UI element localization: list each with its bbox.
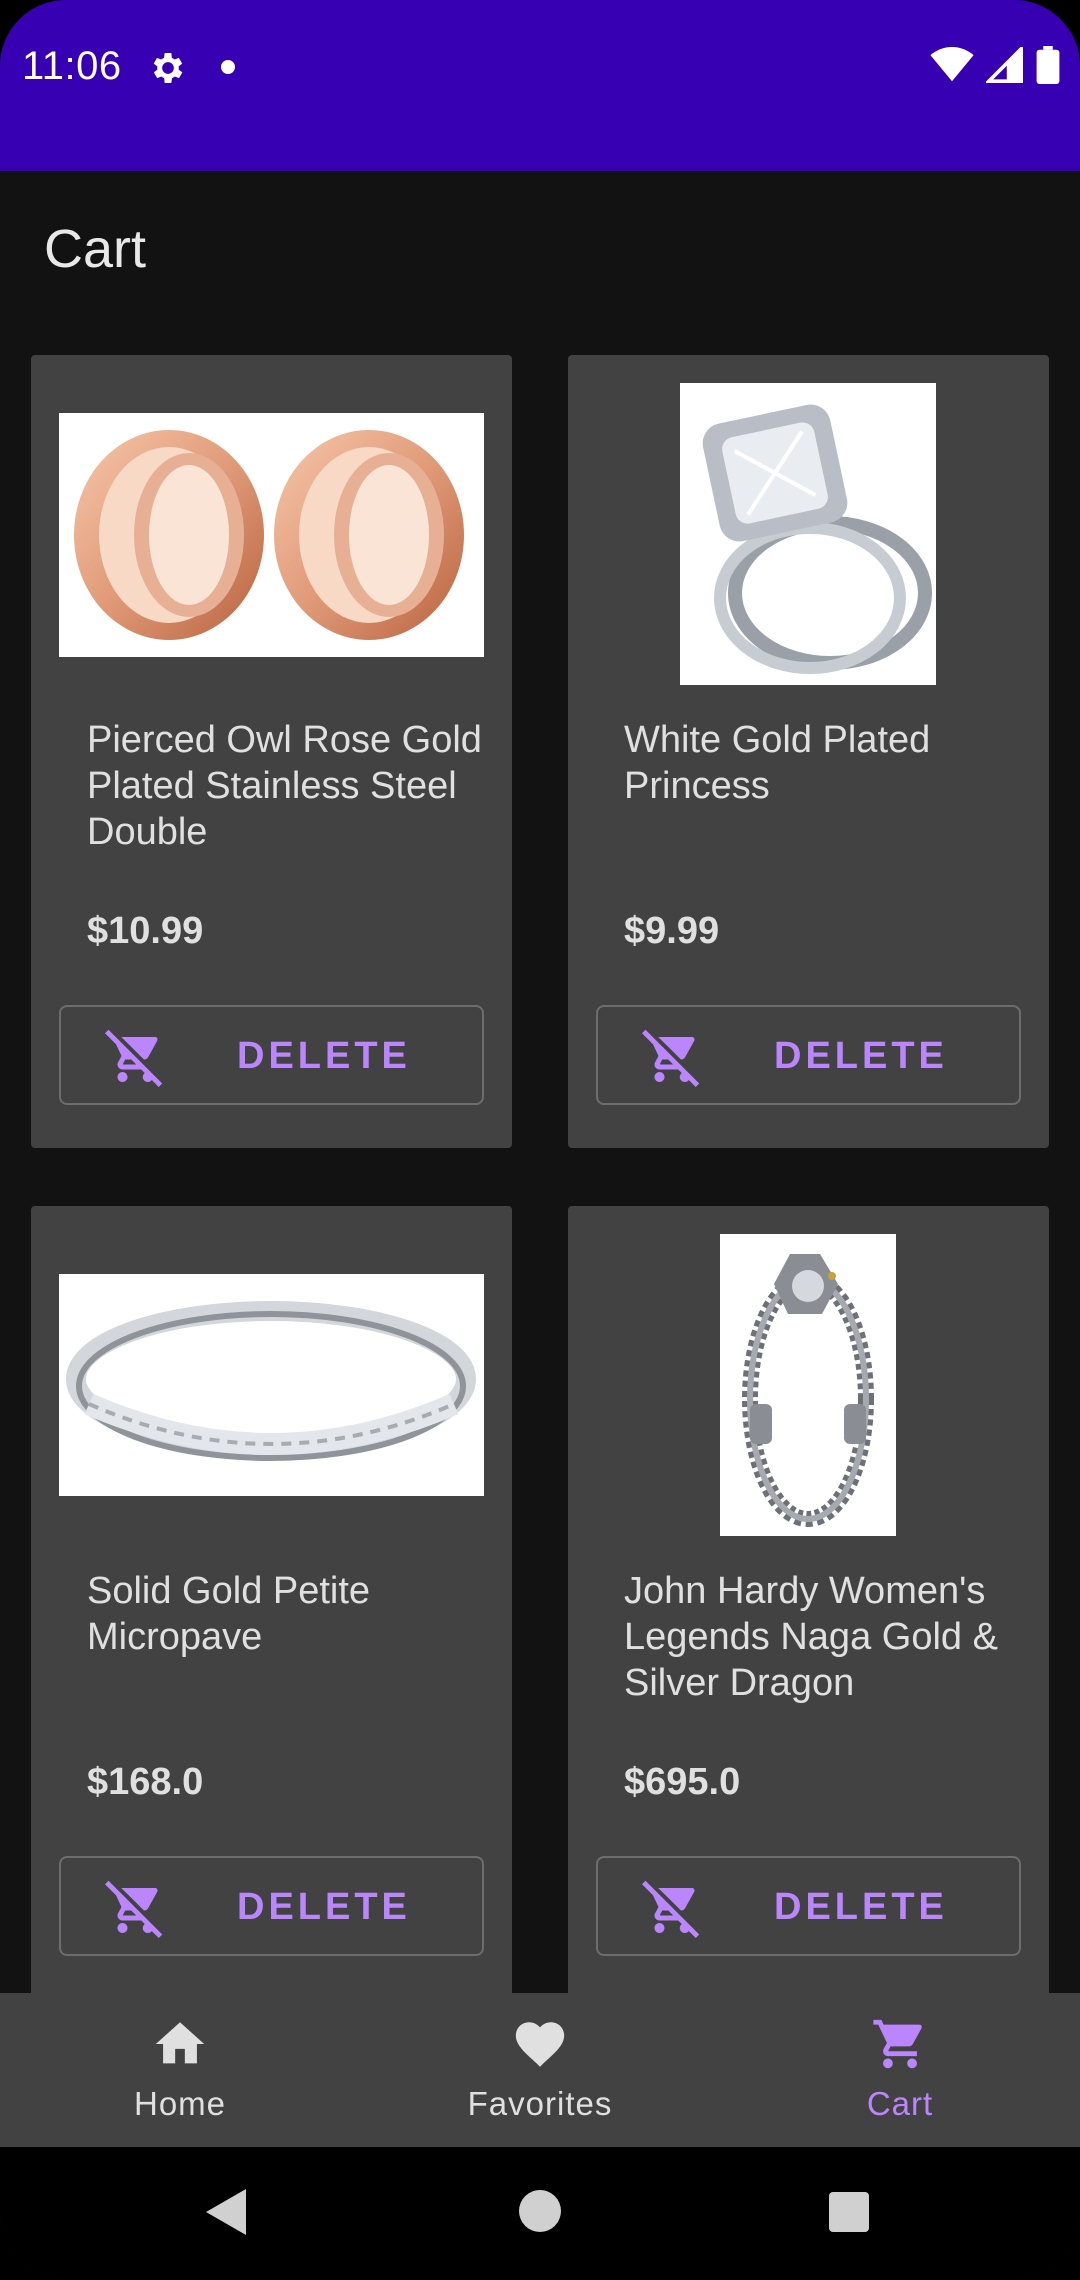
nav-cart[interactable]: Cart bbox=[720, 1993, 1080, 2147]
product-price: $10.99 bbox=[87, 910, 204, 952]
heart-icon bbox=[515, 2022, 565, 2067]
delete-button[interactable]: DELETE bbox=[59, 1856, 484, 1956]
delete-label: DELETE bbox=[237, 1035, 411, 1077]
status-icons bbox=[930, 46, 1060, 84]
bottom-nav: Home Favorites Cart bbox=[0, 1993, 1080, 2147]
product-name: Solid Gold Petite Micropave bbox=[87, 1570, 371, 1658]
product-image-diamond-ring-set bbox=[680, 383, 936, 685]
delete-label: DELETE bbox=[774, 1886, 948, 1928]
delete-button[interactable]: DELETE bbox=[59, 1005, 484, 1105]
product-card[interactable]: Solid Gold Petite Micropave $168.0 DELET… bbox=[31, 1206, 512, 1999]
product-name: John Hardy Women's Legends Naga Gold & S… bbox=[624, 1570, 998, 1704]
product-name: White Gold Plated Princess bbox=[624, 719, 931, 807]
nav-home[interactable]: Home bbox=[0, 1993, 360, 2147]
delete-button[interactable]: DELETE bbox=[596, 1856, 1021, 1956]
system-nav-bar bbox=[0, 2147, 1080, 2280]
status-time: 11:06 bbox=[22, 44, 122, 88]
wifi-icon bbox=[930, 47, 974, 82]
signal-icon bbox=[986, 47, 1023, 83]
remove-cart-icon bbox=[105, 1880, 163, 1938]
page-title: Cart bbox=[44, 219, 147, 279]
delete-label: DELETE bbox=[774, 1035, 948, 1077]
product-image-dragon-bracelet bbox=[720, 1234, 896, 1536]
recents-icon[interactable] bbox=[829, 2192, 869, 2232]
nav-home-label: Home bbox=[133, 2085, 227, 2122]
product-card[interactable]: Pierced Owl Rose Gold Plated Stainless S… bbox=[31, 355, 512, 1148]
product-card[interactable]: White Gold Plated Princess $9.99 DELETE bbox=[568, 355, 1049, 1148]
product-card[interactable]: John Hardy Women's Legends Naga Gold & S… bbox=[568, 1206, 1049, 1999]
status-bar: 11:06 bbox=[0, 0, 1080, 171]
remove-cart-icon bbox=[642, 1880, 700, 1938]
home-icon bbox=[155, 2022, 205, 2064]
nav-favorites-label: Favorites bbox=[467, 2085, 613, 2122]
remove-cart-icon bbox=[105, 1029, 163, 1087]
product-price: $695.0 bbox=[624, 1761, 741, 1803]
nav-favorites[interactable]: Favorites bbox=[360, 1993, 720, 2147]
product-price: $9.99 bbox=[624, 910, 720, 952]
cart-icon bbox=[873, 2019, 922, 2069]
product-price: $168.0 bbox=[87, 1761, 204, 1803]
battery-icon bbox=[1036, 46, 1060, 84]
back-icon[interactable] bbox=[206, 2189, 246, 2235]
product-image-silver-band-ring bbox=[59, 1274, 484, 1496]
home-circle-icon[interactable] bbox=[519, 2190, 561, 2232]
notification-dot bbox=[221, 60, 235, 74]
delete-label: DELETE bbox=[237, 1886, 411, 1928]
settings-icon bbox=[153, 53, 183, 83]
delete-button[interactable]: DELETE bbox=[596, 1005, 1021, 1105]
nav-cart-label: Cart bbox=[866, 2085, 934, 2122]
product-name: Pierced Owl Rose Gold Plated Stainless S… bbox=[87, 719, 482, 853]
remove-cart-icon bbox=[642, 1029, 700, 1087]
screen: 11:06 Cart Pierced Owl Rose Gold Plated … bbox=[0, 0, 1080, 2280]
product-image-rose-gold-plugs bbox=[59, 413, 484, 657]
